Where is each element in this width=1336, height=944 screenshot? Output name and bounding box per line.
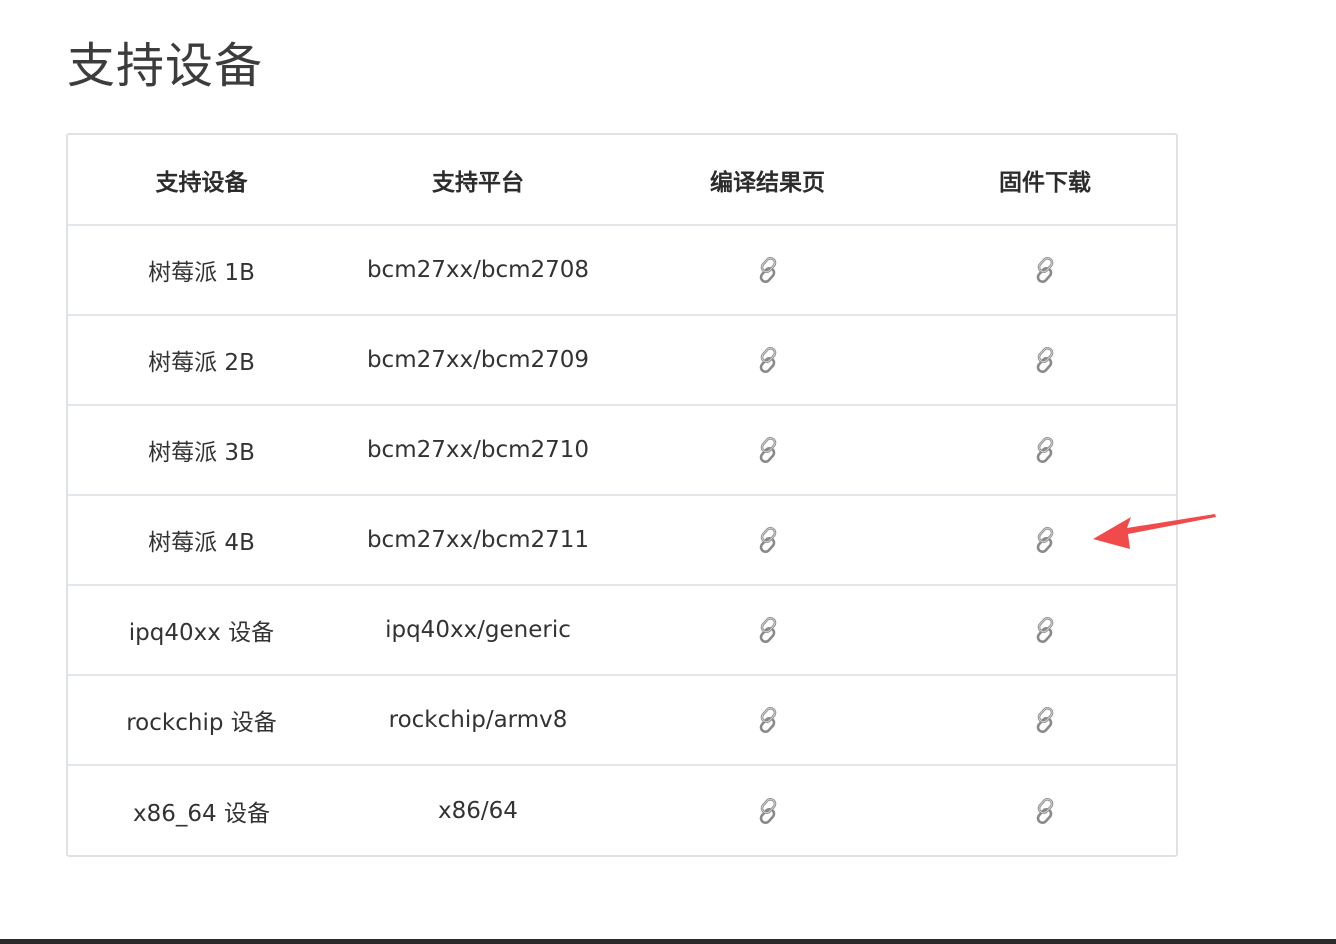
header-platform: 支持平台: [335, 135, 621, 226]
table-row: ipq40xx 设备 ipq40xx/generic: [68, 585, 1176, 676]
header-firmware-download: 固件下载: [914, 135, 1176, 226]
build-page-link-icon[interactable]: [753, 255, 783, 285]
header-device: 支持设备: [68, 135, 335, 226]
platform-cell: x86/64: [438, 797, 518, 824]
table-header-row: 支持设备 支持平台 编译结果页 固件下载: [68, 135, 1176, 226]
firmware-download-cell: [914, 405, 1176, 496]
bottom-divider: [0, 939, 1336, 944]
supported-devices-table: 支持设备 支持平台 编译结果页 固件下载 树莓派 1B bcm27xx/bcm27…: [66, 133, 1178, 857]
firmware-download-link-icon[interactable]: [1030, 345, 1060, 375]
build-page-link-icon[interactable]: [753, 435, 783, 465]
platform-cell: ipq40xx/generic: [335, 585, 621, 676]
arrow-annotation-icon: [1093, 514, 1216, 549]
firmware-download-link-icon[interactable]: [1030, 525, 1060, 555]
table-row: 树莓派 3B bcm27xx/bcm2710: [68, 405, 1176, 496]
build-page-link-icon[interactable]: [753, 705, 783, 735]
firmware-download-link-icon[interactable]: [1030, 796, 1060, 826]
device-cell: 树莓派 4B: [68, 495, 335, 586]
firmware-download-link-icon[interactable]: [1030, 705, 1060, 735]
firmware-download-link-icon[interactable]: [1030, 615, 1060, 645]
firmware-download-link-icon[interactable]: [1030, 435, 1060, 465]
table-row: rockchip 设备 rockchip/armv8: [68, 675, 1176, 766]
device-cell: 树莓派 3B: [68, 405, 335, 496]
build-page-cell: [621, 225, 914, 316]
firmware-download-cell: [914, 765, 1176, 855]
page-title: 支持设备: [67, 38, 264, 94]
table-row: x86_64 设备 x86/64: [68, 765, 1176, 855]
device-cell: rockchip 设备: [68, 675, 335, 766]
build-page-cell: [621, 675, 914, 766]
firmware-download-link-icon[interactable]: [1030, 255, 1060, 285]
platform-cell: bcm27xx/bcm2711: [335, 495, 621, 586]
device-cell: 树莓派 1B: [68, 225, 335, 316]
table-row: 树莓派 1B bcm27xx/bcm2708: [68, 225, 1176, 316]
build-page-link-icon[interactable]: [753, 525, 783, 555]
platform-cell: bcm27xx/bcm2708: [335, 225, 621, 316]
device-cell: x86_64 设备: [133, 800, 270, 827]
firmware-download-cell: [914, 585, 1176, 676]
firmware-download-cell: [914, 315, 1176, 406]
build-page-cell: [621, 405, 914, 496]
build-page-cell: [621, 765, 914, 855]
platform-cell: rockchip/armv8: [335, 675, 621, 766]
device-cell: 树莓派 2B: [68, 315, 335, 406]
firmware-download-cell: [914, 675, 1176, 766]
build-page-cell: [621, 315, 914, 406]
platform-cell: bcm27xx/bcm2710: [335, 405, 621, 496]
firmware-download-cell: [914, 225, 1176, 316]
header-build-page: 编译结果页: [621, 135, 914, 226]
build-page-cell: [621, 585, 914, 676]
table-row: 树莓派 4B bcm27xx/bcm2711: [68, 495, 1176, 586]
build-page-link-icon[interactable]: [753, 796, 783, 826]
build-page-link-icon[interactable]: [753, 615, 783, 645]
build-page-cell: [621, 495, 914, 586]
table-row: 树莓派 2B bcm27xx/bcm2709: [68, 315, 1176, 406]
build-page-link-icon[interactable]: [753, 345, 783, 375]
platform-cell: bcm27xx/bcm2709: [335, 315, 621, 406]
device-cell: ipq40xx 设备: [68, 585, 335, 676]
